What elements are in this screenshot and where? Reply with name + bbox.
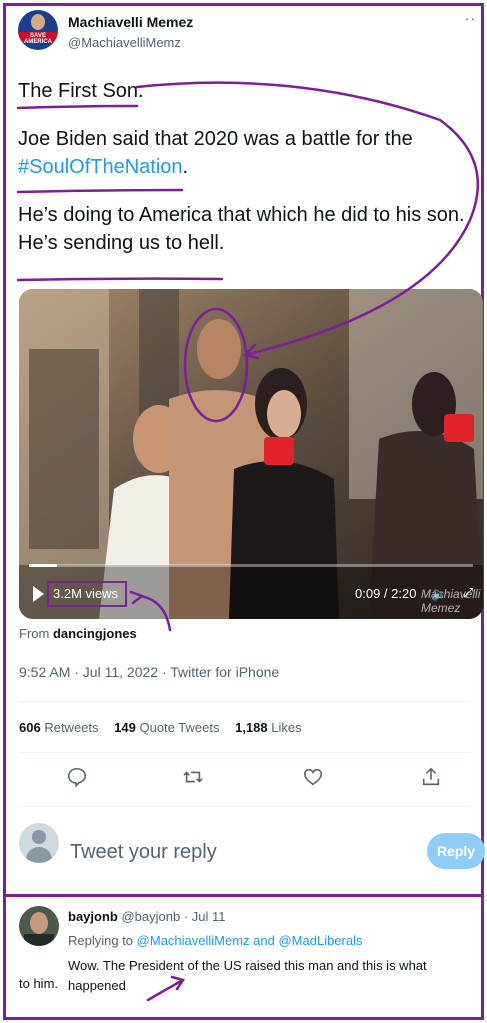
commenter-name[interactable]: bayjonb [68, 909, 118, 924]
like-icon[interactable] [302, 766, 326, 790]
play-icon[interactable] [33, 586, 44, 602]
video-player[interactable]: 3.2M views Machiavelli Memez 0:09 / 2:20… [19, 289, 483, 619]
retweets-stat[interactable]: 606 Retweets [19, 720, 99, 735]
from-user[interactable]: dancingjones [53, 626, 137, 641]
tweet-line-4: He’s sending us to hell. [18, 232, 225, 254]
comment-header: bayjonb @bayjonb · Jul 11 [68, 909, 225, 924]
video-timecode: 0:09 / 2:20 [355, 586, 417, 601]
action-bar [0, 766, 487, 790]
tweet-header: SAVE AMERICA Machiavelli Memez @Machiave… [18, 10, 475, 60]
replying-to: Replying to @MachiavelliMemz and @MadLib… [68, 933, 362, 948]
video-frame [19, 289, 483, 619]
section-divider [3, 894, 484, 897]
author-avatar[interactable]: SAVE AMERICA [18, 10, 58, 50]
avatar-text: SAVE AMERICA [24, 33, 52, 45]
divider-1 [19, 701, 471, 702]
views-annotation-box [47, 581, 127, 607]
engagement-stats: 606 Retweets 149 Quote Tweets 1,188 Like… [19, 720, 314, 735]
avatar-face [31, 14, 45, 30]
video-source: From dancingjones [19, 626, 137, 641]
reply-icon[interactable] [66, 766, 90, 790]
tweet-line-2b: #SoulOfTheNation. [18, 153, 470, 181]
share-icon[interactable] [420, 766, 444, 790]
quote-tweets-stat[interactable]: 149 Quote Tweets [114, 720, 219, 735]
tweet-line-2: Joe Biden said that 2020 was a battle fo… [18, 128, 413, 150]
tweet-line-1: The First Son. [18, 80, 144, 102]
tweet-body: The First Son. Joe Biden said that 2020 … [18, 77, 470, 257]
more-options-icon[interactable]: ·· [465, 10, 476, 26]
comment-text-line-1: Wow. The President of the US raised this… [68, 958, 427, 993]
retweet-icon[interactable] [182, 766, 206, 790]
my-avatar [19, 823, 59, 863]
reply-input[interactable]: Tweet your reply [70, 841, 217, 864]
tweet-meta: 9:52 AM · Jul 11, 2022 · Twitter for iPh… [19, 664, 280, 680]
hashtag-link[interactable]: #SoulOfTheNation [18, 156, 183, 178]
commenter-handle-date: @bayjonb · Jul 11 [121, 909, 226, 924]
hashtag-tail: . [182, 156, 189, 178]
commenter-avatar[interactable] [19, 906, 59, 946]
comment-text-line-2: to him. [19, 976, 59, 991]
divider-2 [19, 752, 471, 753]
speaker-icon[interactable]: 🔈 [431, 586, 447, 602]
author-display-name[interactable]: Machiavelli Memez [68, 14, 193, 30]
author-handle[interactable]: @MachiavelliMemz [68, 35, 181, 50]
from-label: From [19, 626, 50, 641]
replying-users[interactable]: @MachiavelliMemz and @MadLiberals [137, 933, 363, 948]
divider-3 [19, 806, 471, 807]
tweet-line-3: He’s doing to America that which he did … [18, 204, 465, 226]
expand-icon[interactable]: ⤢ [463, 585, 473, 601]
likes-stat[interactable]: 1,188 Likes [235, 720, 302, 735]
reply-button[interactable]: Reply [427, 833, 485, 869]
replying-prefix: Replying to [68, 933, 134, 948]
